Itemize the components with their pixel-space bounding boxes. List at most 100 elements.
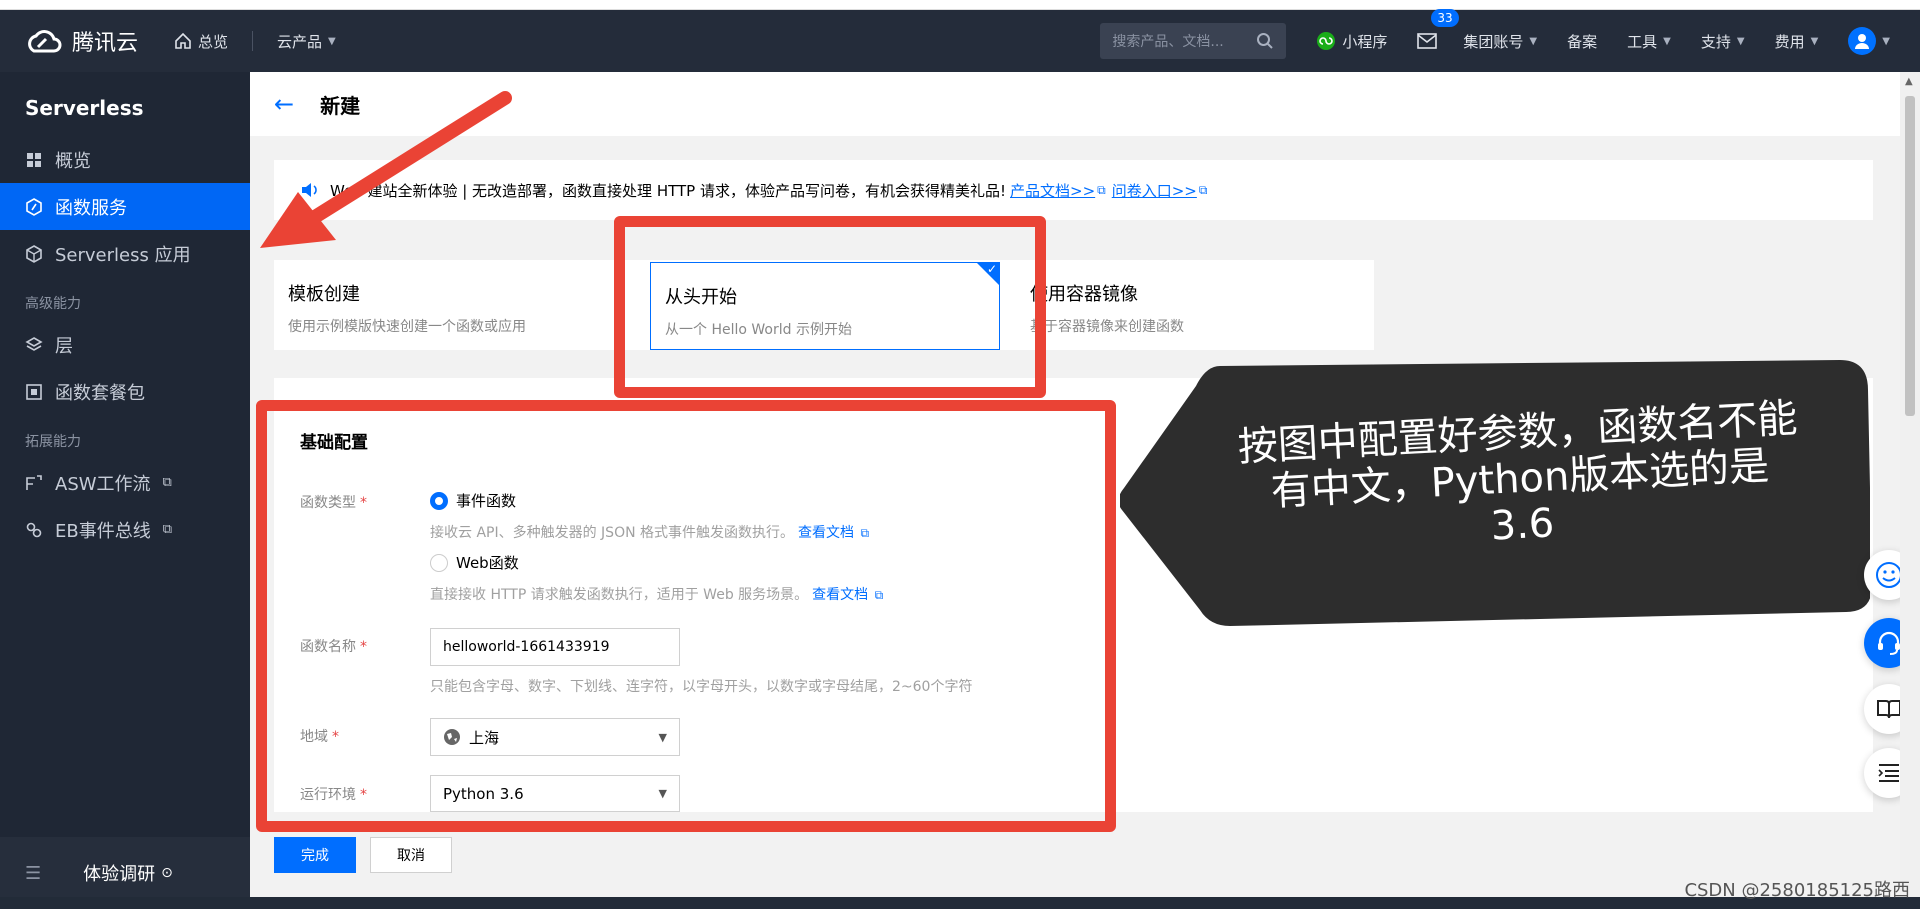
- confirm-button[interactable]: 完成: [274, 837, 356, 873]
- option-container-image[interactable]: 使用容器镜像 基于容器镜像来创建函数: [1016, 260, 1374, 350]
- function-icon: [25, 197, 43, 216]
- external-link-icon: ⧉: [162, 475, 172, 490]
- sidebar-item-asw[interactable]: ASW工作流 ⧉: [0, 459, 250, 506]
- sidebar-item-eventbus[interactable]: EB事件总线 ⧉: [0, 506, 250, 553]
- cube-icon: [25, 244, 43, 263]
- view-doc-link[interactable]: 查看文档: [798, 525, 854, 541]
- tencent-cloud-logo[interactable]: 腾讯云: [24, 25, 138, 57]
- radio-button-checked[interactable]: [430, 491, 448, 510]
- product-doc-link[interactable]: 产品文档>>: [1010, 180, 1095, 201]
- headset-icon: [1878, 631, 1900, 655]
- nav-tools[interactable]: 工具 ▼: [1627, 31, 1671, 52]
- sidebar: Serverless 概览 函数服务 Serverless 应用 高级能力 层 …: [0, 72, 250, 909]
- annotation-arrow: [260, 91, 512, 248]
- select-value: Python 3.6: [443, 784, 524, 803]
- radio-button[interactable]: [430, 553, 448, 572]
- mail-icon: [1417, 33, 1438, 49]
- nav-record[interactable]: 备案: [1567, 31, 1597, 52]
- chevron-down-icon: ▼: [328, 35, 336, 47]
- chevron-down-icon: ▼: [1810, 35, 1819, 47]
- label-text: 函数名称: [300, 639, 356, 655]
- option-template[interactable]: 模板创建 使用示例模版快速创建一个函数或应用: [274, 260, 634, 350]
- search-input[interactable]: 搜索产品、文档...: [1100, 23, 1287, 59]
- page-scrollbar[interactable]: ▲: [1900, 72, 1920, 909]
- web-function-hint: 直接接收 HTTP 请求触发函数执行，适用于 Web 服务场景。 查看文档 ⧉: [430, 584, 885, 604]
- chevron-down-icon: ▼: [1529, 35, 1538, 47]
- workflow-icon: [25, 474, 43, 492]
- mail-count-badge: 33: [1431, 9, 1459, 27]
- nav-billing[interactable]: 费用 ▼: [1775, 31, 1819, 52]
- runtime-label: 运行环境 *: [300, 784, 367, 804]
- chevron-down-icon: ▼: [1736, 35, 1745, 47]
- sidebar-item-layers[interactable]: 层: [0, 321, 250, 368]
- form-actions: 完成 取消: [274, 837, 452, 873]
- sidebar-item-overview[interactable]: 概览: [0, 136, 250, 183]
- hint-text: 直接接收 HTTP 请求触发函数执行，适用于 Web 服务场景。: [430, 587, 809, 603]
- nav-user[interactable]: ▼: [1848, 27, 1890, 55]
- radio-event-function[interactable]: 事件函数: [430, 490, 516, 511]
- select-value: 上海: [469, 728, 500, 747]
- os-taskbar: [0, 897, 1920, 909]
- function-name-hint: 只能包含字母、数字、下划线、连字符，以字母开头，以数字或字母结尾，2~60个字符: [430, 679, 973, 695]
- grid-icon: [25, 151, 43, 169]
- nav-mini-program[interactable]: 小程序: [1316, 31, 1387, 52]
- package-icon: [25, 383, 43, 401]
- chevron-down-icon: ▼: [658, 730, 667, 744]
- search-icon: [1257, 33, 1274, 49]
- region-select[interactable]: 上海 ▼: [430, 718, 680, 756]
- radio-web-function[interactable]: Web函数: [430, 552, 519, 573]
- scroll-up-arrow-icon[interactable]: ▲: [1905, 76, 1913, 87]
- sidebar-item-serverless-app[interactable]: Serverless 应用: [0, 230, 250, 277]
- topbar-right-area: 搜索产品、文档... 小程序 33 集团账号 ▼ 备案 工具 ▼ 支持 ▼ 费用…: [1100, 9, 1920, 72]
- chevron-right-circle-icon: ⊙: [161, 865, 173, 881]
- survey-button[interactable]: 体验调研 ⊙: [83, 860, 173, 886]
- required-mark: *: [360, 787, 367, 803]
- watermark: CSDN @2580185125路西: [1684, 880, 1910, 901]
- nav-mail[interactable]: 33: [1417, 9, 1459, 49]
- mini-program-icon: [1317, 32, 1336, 50]
- sidebar-item-package[interactable]: 函数套餐包: [0, 368, 250, 415]
- required-mark: *: [332, 729, 339, 745]
- cloud-logo-icon: [28, 30, 62, 53]
- radio-label: 事件函数: [456, 492, 517, 510]
- nav-support[interactable]: 支持 ▼: [1701, 31, 1745, 52]
- list-icon: [1878, 764, 1899, 782]
- tools-label: 工具: [1627, 32, 1658, 51]
- nav-overview-label: 总览: [198, 32, 229, 51]
- sidebar-item-label: 函数套餐包: [55, 382, 145, 404]
- view-doc-link[interactable]: 查看文档: [812, 587, 868, 603]
- option-desc: 基于容器镜像来创建函数: [1030, 319, 1184, 335]
- radio-label: Web函数: [456, 554, 519, 572]
- sidebar-item-label: 概览: [55, 150, 91, 172]
- option-from-scratch[interactable]: 从头开始 从一个 Hello World 示例开始 ✓: [650, 262, 1000, 350]
- book-icon: [1877, 700, 1901, 719]
- function-type-label: 函数类型 *: [300, 492, 367, 512]
- survey-entry-link[interactable]: 问卷入口>>: [1112, 180, 1197, 201]
- nav-products-label: 云产品: [277, 32, 323, 51]
- logo-text: 腾讯云: [72, 31, 139, 56]
- option-desc: 从一个 Hello World 示例开始: [665, 322, 852, 338]
- external-link-icon: ⧉: [860, 526, 870, 540]
- layers-icon: [25, 336, 43, 354]
- function-name-input[interactable]: helloworld-1661433919: [430, 628, 680, 666]
- hint-text: 接收云 API、多种触发器的 JSON 格式事件触发函数执行。: [430, 525, 795, 541]
- cancel-button[interactable]: 取消: [370, 837, 452, 873]
- avatar: [1848, 27, 1877, 55]
- chevron-down-icon: ▼: [658, 787, 667, 800]
- nav-overview[interactable]: 总览: [174, 31, 228, 52]
- globe-icon: [444, 729, 460, 745]
- survey-label: 体验调研: [83, 864, 156, 885]
- user-icon: [1855, 34, 1870, 49]
- scroll-thumb[interactable]: [1905, 96, 1915, 416]
- runtime-select[interactable]: Python 3.6 ▼: [430, 775, 680, 812]
- section-title: 基础配置: [300, 433, 368, 453]
- record-label: 备案: [1567, 32, 1598, 51]
- sidebar-item-functions[interactable]: 函数服务: [0, 183, 250, 230]
- sidebar-group-advanced: 高级能力: [25, 296, 81, 312]
- mini-program-label: 小程序: [1342, 32, 1388, 51]
- option-title: 模板创建: [288, 284, 360, 305]
- sidebar-item-label: 层: [55, 335, 73, 357]
- collapse-menu-icon[interactable]: ☰: [25, 863, 41, 884]
- nav-group-account[interactable]: 集团账号 ▼: [1463, 31, 1537, 52]
- nav-products-dropdown[interactable]: 云产品 ▼: [277, 31, 336, 52]
